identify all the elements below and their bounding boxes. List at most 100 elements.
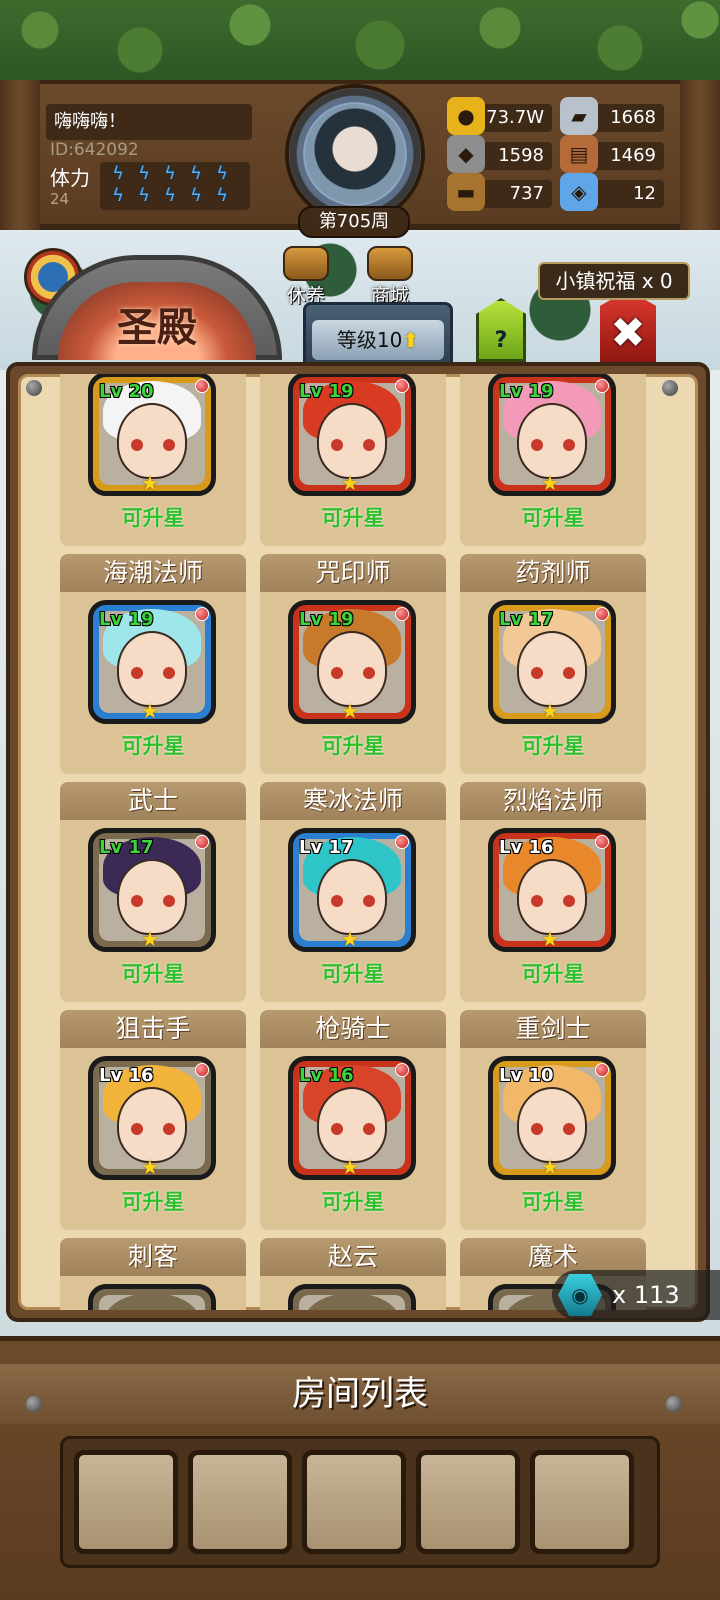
room-slot[interactable] [74, 1450, 178, 1554]
stamina-bar[interactable]: ϟϟϟϟϟϟϟϟϟϟ [100, 162, 250, 210]
rest-tab[interactable]: 休养 [274, 246, 338, 308]
hero-card[interactable]: 赵云 [260, 1238, 446, 1310]
iron-ingot-icon: ▰ [560, 97, 598, 135]
hero-card[interactable]: 海潮法师 Lv 19 ★ 可升星 [60, 554, 246, 774]
notification-dot-icon [195, 1063, 209, 1077]
rivet [26, 380, 42, 396]
notification-dot-icon [395, 607, 409, 621]
hero-name: 重剑士 [460, 1010, 646, 1048]
hero-name: 狙击手 [60, 1010, 246, 1048]
hero-card[interactable]: Lv 19 ★ 可升星 [460, 374, 646, 546]
hero-card[interactable]: 咒印师 Lv 19 ★ 可升星 [260, 554, 446, 774]
hero-eyes [331, 1123, 375, 1135]
hero-level: Lv 19 [499, 381, 554, 402]
star-icon: ★ [141, 699, 159, 723]
room-slot[interactable] [302, 1450, 406, 1554]
leather-glyph: ▤ [569, 142, 589, 166]
hero-eye [331, 1123, 343, 1135]
avatar[interactable] [305, 104, 405, 204]
hero-card[interactable]: 枪骑士 Lv 16 ★ 可升星 [260, 1010, 446, 1230]
hero-portrait[interactable]: Lv 16 ★ [288, 1056, 416, 1180]
hero-card[interactable]: 烈焰法师 Lv 16 ★ 可升星 [460, 782, 646, 1002]
resource-crystal-value: 12 [590, 180, 664, 208]
hero-card[interactable]: 武士 Lv 17 ★ 可升星 [60, 782, 246, 1002]
star-icon: ★ [541, 471, 559, 495]
hero-card[interactable]: 寒冰法师 Lv 17 ★ 可升星 [260, 782, 446, 1002]
hero-portrait[interactable]: Lv 19 ★ [488, 374, 616, 496]
rivet [26, 1396, 42, 1412]
hero-eyes [331, 439, 375, 451]
hero-eye [531, 667, 543, 679]
wood-log-glyph: ▬ [456, 180, 476, 204]
wood-post-right [680, 80, 720, 230]
hero-portrait[interactable]: Lv 16 ★ [88, 1056, 216, 1180]
room-slot[interactable] [530, 1450, 634, 1554]
shop-tab[interactable]: 商城 [358, 246, 422, 308]
hero-card[interactable]: Lv 19 ★ 可升星 [260, 374, 446, 546]
hero-eye [163, 895, 175, 907]
hero-portrait[interactable] [288, 1284, 416, 1310]
hero-portrait[interactable]: Lv 16 ★ [488, 828, 616, 952]
level-label-box[interactable]: 等级10⬆ [312, 320, 444, 360]
close-icon: ✖ [610, 308, 646, 357]
hero-level: Lv 19 [299, 609, 354, 630]
hero-eye [131, 439, 143, 451]
hero-grid[interactable]: Lv 20 ★ 可升星 Lv 19 ★ 可升星 Lv 19 ★ 可升星 海潮法师 Lv 19 ★ 可升星… [60, 374, 660, 1310]
room-slot[interactable] [416, 1450, 520, 1554]
hero-level: Lv 17 [99, 837, 154, 858]
hero-portrait[interactable]: Lv 19 ★ [288, 600, 416, 724]
star-icon: ★ [541, 699, 559, 723]
hero-portrait[interactable]: Lv 10 ★ [488, 1056, 616, 1180]
hero-eye [531, 895, 543, 907]
hero-card[interactable]: 刺客 [60, 1238, 246, 1310]
upgrade-available-label: 可升星 [521, 734, 585, 758]
hero-card[interactable]: Lv 20 ★ 可升星 [60, 374, 246, 546]
hero-eye [363, 667, 375, 679]
hero-eye [563, 895, 575, 907]
hero-card[interactable]: 狙击手 Lv 16 ★ 可升星 [60, 1010, 246, 1230]
hero-portrait[interactable]: Lv 19 ★ [288, 374, 416, 496]
hero-name: 武士 [60, 782, 246, 820]
star-icon: ★ [141, 471, 159, 495]
shop-icon [367, 246, 413, 281]
stone-ore-glyph: ◆ [458, 142, 474, 166]
star-icon: ★ [141, 927, 159, 951]
hero-portrait[interactable]: Lv 17 ★ [488, 600, 616, 724]
hero-card[interactable]: 重剑士 Lv 10 ★ 可升星 [460, 1010, 646, 1230]
upgrade-available-label: 可升星 [121, 962, 185, 986]
player-id: ID:642092 [50, 140, 139, 160]
notification-dot-icon [195, 835, 209, 849]
hero-portrait[interactable]: Lv 20 ★ [88, 374, 216, 496]
room-slot[interactable] [188, 1450, 292, 1554]
week-label: 第705周 [298, 206, 410, 238]
star-icon: ★ [341, 927, 359, 951]
hero-eyes [131, 895, 175, 907]
resource-iron-value: 1668 [590, 104, 664, 132]
notification-dot-icon [595, 1063, 609, 1077]
upgrade-available-label: 可升星 [121, 1190, 185, 1214]
iron-ingot-glyph: ▰ [571, 104, 587, 128]
hero-portrait[interactable]: Lv 17 ★ [288, 828, 416, 952]
hero-portrait[interactable]: Lv 19 ★ [88, 600, 216, 724]
hero-name: 枪骑士 [260, 1010, 446, 1048]
stamina-bolt-icon: ϟ [164, 185, 176, 206]
hero-eyes [131, 439, 175, 451]
stamina-label: 体力 [50, 166, 90, 190]
hero-eye [331, 667, 343, 679]
hero-eye [531, 1123, 543, 1135]
town-blessing-label[interactable]: 小镇祝福 x 0 [538, 262, 690, 300]
stamina-bolt-icon: ϟ [138, 185, 150, 206]
notification-dot-icon [595, 835, 609, 849]
upgrade-available-label: 可升星 [521, 506, 585, 530]
hero-level: Lv 19 [99, 609, 154, 630]
hero-portrait[interactable]: Lv 17 ★ [88, 828, 216, 952]
hero-portrait[interactable] [88, 1284, 216, 1310]
hero-level: Lv 16 [99, 1065, 154, 1086]
star-icon: ★ [341, 471, 359, 495]
star-icon: ★ [341, 699, 359, 723]
hero-eye [331, 895, 343, 907]
hero-card[interactable]: 药剂师 Lv 17 ★ 可升星 [460, 554, 646, 774]
upgrade-available-label: 可升星 [321, 1190, 385, 1214]
stamina-bolt-icon: ϟ [216, 185, 228, 206]
hero-eyes [131, 667, 175, 679]
